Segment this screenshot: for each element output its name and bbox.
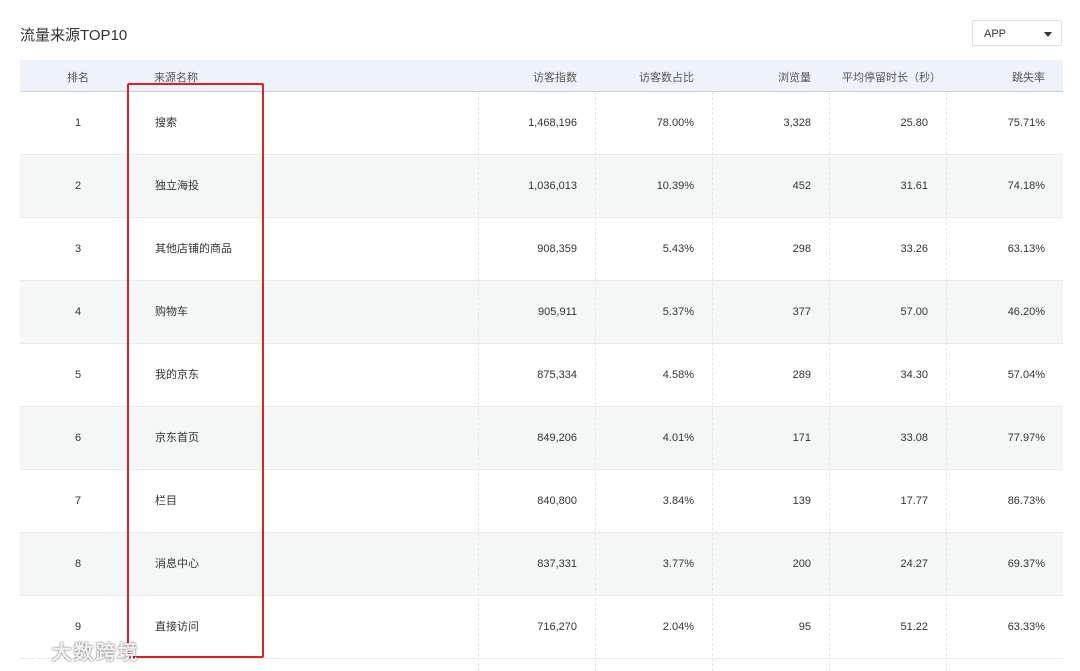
cell-visitor-index: 1,036,013 (528, 180, 577, 192)
column-divider (478, 92, 479, 671)
cell-page-views: 139 (792, 495, 811, 507)
cell-page-views: 3,328 (783, 117, 811, 129)
cell-bounce-rate: 75.71% (1007, 117, 1045, 129)
cell-visitor-share: 78.00% (656, 117, 694, 129)
cell-page-views: 171 (792, 432, 811, 444)
cell-rank: 3 (74, 243, 82, 255)
cell-avg-stay: 31.61 (900, 180, 928, 192)
cell-visitor-share: 3.77% (662, 558, 694, 570)
cell-visitor-index: 1,468,196 (528, 117, 577, 129)
cell-visitor-share: 4.01% (662, 432, 694, 444)
cell-page-views: 452 (792, 180, 811, 192)
cell-bounce-rate: 74.18% (1007, 180, 1045, 192)
cell-bounce-rate: 46.20% (1007, 306, 1045, 318)
cell-avg-stay: 33.08 (900, 432, 928, 444)
cell-avg-stay: 57.00 (900, 306, 928, 318)
cell-visitor-index: 837,331 (537, 558, 577, 570)
column-divider (946, 92, 947, 671)
cell-avg-stay: 33.26 (900, 243, 928, 255)
watermark: 大数跨境 (8, 636, 140, 665)
cell-page-views: 298 (792, 243, 811, 255)
platform-select[interactable]: APP (972, 20, 1062, 46)
column-divider (712, 92, 713, 671)
cell-page-views: 200 (792, 558, 811, 570)
cell-bounce-rate: 63.33% (1007, 621, 1045, 633)
cell-visitor-share: 5.43% (662, 243, 694, 255)
cell-bounce-rate: 86.73% (1007, 495, 1045, 507)
cell-bounce-rate: 69.37% (1007, 558, 1045, 570)
cell-visitor-index: 716,270 (537, 621, 577, 633)
column-header-bounce-rate: 跳失率 (1012, 72, 1045, 84)
panel-title: 流量来源TOP10 (20, 27, 128, 44)
cell-rank: 7 (74, 495, 82, 507)
cell-visitor-share: 4.58% (662, 369, 694, 381)
cell-avg-stay: 17.77 (900, 495, 928, 507)
traffic-source-panel: 流量来源TOP10 APP 排名 来源名称 访客指数 访客数占比 浏览量 平均停… (0, 0, 1080, 671)
cell-avg-stay: 25.80 (900, 117, 928, 129)
cell-visitor-share: 5.37% (662, 306, 694, 318)
cell-bounce-rate: 57.04% (1007, 369, 1045, 381)
cell-avg-stay: 34.30 (900, 369, 928, 381)
column-header-visitor-index: 访客指数 (533, 72, 577, 84)
cell-visitor-index: 849,206 (537, 432, 577, 444)
column-header-visitor-share: 访客数占比 (639, 72, 694, 84)
cell-avg-stay: 51.22 (900, 621, 928, 633)
cell-bounce-rate: 63.13% (1007, 243, 1045, 255)
cell-visitor-share: 2.04% (662, 621, 694, 633)
column-divider (595, 92, 596, 671)
chevron-down-icon (1044, 32, 1052, 37)
platform-select-value: APP (984, 28, 1007, 40)
cell-rank: 6 (74, 432, 82, 444)
cell-visitor-index: 905,911 (538, 306, 577, 318)
cell-visitor-share: 10.39% (656, 180, 694, 192)
cell-rank: 8 (74, 558, 82, 570)
cell-rank: 1 (74, 117, 82, 129)
cell-rank: 2 (74, 180, 82, 192)
cell-rank: 4 (74, 306, 82, 318)
cell-visitor-share: 3.84% (662, 495, 694, 507)
cell-page-views: 377 (792, 306, 811, 318)
cell-avg-stay: 24.27 (900, 558, 928, 570)
cell-visitor-index: 875,334 (537, 369, 577, 381)
cell-visitor-index: 908,359 (537, 243, 577, 255)
cell-bounce-rate: 77.97% (1007, 432, 1045, 444)
cell-page-views: 95 (798, 621, 811, 633)
watermark-logo-icon (9, 643, 38, 662)
column-header-avg-stay: 平均停留时长（秒） (842, 72, 941, 84)
column-divider (829, 92, 830, 671)
watermark-text: 大数跨境 (51, 642, 140, 664)
cell-visitor-index: 840,800 (537, 495, 577, 507)
column-header-page-views: 浏览量 (778, 72, 811, 84)
source-name-highlight-box (127, 83, 264, 658)
cell-rank: 5 (74, 369, 82, 381)
column-header-rank: 排名 (67, 72, 89, 84)
cell-page-views: 289 (792, 369, 811, 381)
